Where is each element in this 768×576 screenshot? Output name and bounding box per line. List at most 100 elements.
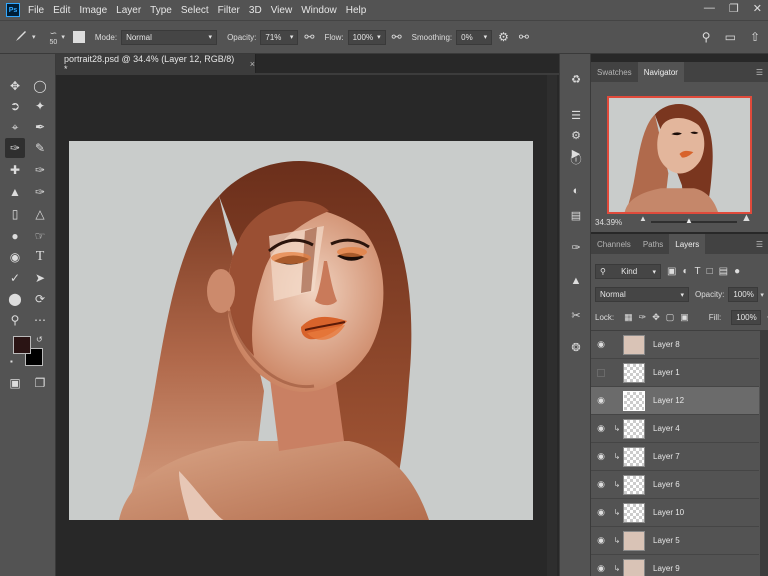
pixel-filter-icon[interactable]: ▣ <box>667 266 676 277</box>
type-filter-icon[interactable]: T <box>695 266 701 277</box>
shape-filter-icon[interactable]: □ <box>707 266 713 277</box>
zoom-tool-icon[interactable]: ⚲ <box>5 310 25 330</box>
tab-paths[interactable]: Paths <box>637 234 669 254</box>
eye-icon[interactable]: ◉ <box>591 479 611 490</box>
layer-thumbnail[interactable] <box>623 446 645 467</box>
clone-stamp-tool-icon[interactable]: ▲ <box>5 182 25 202</box>
zoom-slider-thumb[interactable]: ▲ <box>685 216 693 225</box>
kind-filter-select[interactable]: ⚲ Kind ▾ <box>595 264 661 279</box>
fill-field[interactable]: 100% <box>731 310 762 325</box>
eye-icon[interactable]: ◉ <box>591 339 611 350</box>
canvas[interactable] <box>69 141 533 520</box>
mode-select[interactable]: Normal ▾ <box>121 29 218 45</box>
eye-icon[interactable]: ◉ <box>591 535 611 546</box>
chevron-down-icon[interactable]: ▾ <box>61 33 65 41</box>
paint-bucket-tool-icon[interactable]: △ <box>30 204 50 224</box>
canvas-scrollbar[interactable] <box>547 75 557 576</box>
layer-name[interactable]: Layer 12 <box>653 396 684 405</box>
navigator-preview[interactable] <box>607 96 752 214</box>
layer-row[interactable]: ◉ ↳ Layer 5 <box>591 527 759 555</box>
tab-layers[interactable]: Layers <box>669 234 706 254</box>
share-icon[interactable]: ⇧ <box>750 30 760 44</box>
brush-tool-icon[interactable]: ✑ <box>5 138 25 158</box>
opacity-field[interactable]: 71% ▾ <box>260 29 299 45</box>
menu-select[interactable]: Select <box>181 5 209 16</box>
layer-name[interactable]: Layer 5 <box>653 536 680 545</box>
adjustment-filter-icon[interactable]: ◐ <box>682 266 688 277</box>
layer-opacity-field[interactable]: 100% <box>728 287 759 302</box>
pencil-tool-icon[interactable]: ✎ <box>30 138 50 158</box>
foreground-color-swatch[interactable] <box>13 336 31 354</box>
zoom-in-icon[interactable]: ▲ <box>741 212 752 224</box>
magic-wand-tool-icon[interactable]: ✦ <box>30 96 50 116</box>
rotate-view-tool-icon[interactable]: ⟳ <box>30 289 50 309</box>
panel-menu-icon[interactable]: ☰ <box>756 234 768 254</box>
info-icon[interactable]: ⓘ <box>566 150 586 168</box>
move-tool-icon[interactable]: ✥ <box>5 76 25 96</box>
menu-file[interactable]: File <box>28 5 44 16</box>
menu-view[interactable]: View <box>271 5 293 16</box>
eye-icon[interactable]: ◉ <box>591 451 611 462</box>
path-selection-tool-icon[interactable]: ➤ <box>30 268 50 288</box>
search-icon[interactable]: ⚲ <box>702 30 711 44</box>
swap-colors-icon[interactable]: ↺ <box>36 335 43 344</box>
brushes-icon[interactable]: ✑ <box>566 238 586 256</box>
flow-field[interactable]: 100% ▾ <box>347 29 386 45</box>
adjustments-icon[interactable]: ☰ <box>566 106 586 124</box>
layer-row[interactable]: Layer 1 <box>591 359 759 387</box>
styles-icon[interactable]: ▤ <box>566 206 586 224</box>
quick-mask-icon[interactable]: ▣ <box>5 373 25 393</box>
pen-tool-icon[interactable]: ✓ <box>5 268 25 288</box>
tab-channels[interactable]: Channels <box>591 234 637 254</box>
blur-tool-icon[interactable]: ● <box>5 226 25 246</box>
layer-name[interactable]: Layer 10 <box>653 508 684 517</box>
menu-filter[interactable]: Filter <box>218 5 240 16</box>
3d-icon[interactable]: ❂ <box>566 338 586 356</box>
lock-all-icon[interactable]: ▣ <box>680 312 689 323</box>
tab-swatches[interactable]: Swatches <box>591 62 638 82</box>
crop-tool-icon[interactable]: ⌖ <box>5 117 25 137</box>
document-tab[interactable]: portrait28.psd @ 34.4% (Layer 12, RGB/8)… <box>56 54 256 74</box>
layer-name[interactable]: Layer 4 <box>653 424 680 433</box>
layer-thumbnail[interactable] <box>623 530 645 551</box>
smudge-tool-icon[interactable]: ☞ <box>30 226 50 246</box>
filter-toggle-icon[interactable]: ● <box>734 266 740 277</box>
menu-layer[interactable]: Layer <box>116 5 141 16</box>
pressure-opacity-icon[interactable]: ⚯ <box>304 30 314 44</box>
brush-settings-icon[interactable] <box>72 31 85 43</box>
zoom-out-icon[interactable]: ▲ <box>639 214 647 223</box>
menu-type[interactable]: Type <box>150 5 172 16</box>
gear-icon[interactable]: ⚙ <box>498 30 509 44</box>
layer-name[interactable]: Layer 8 <box>653 340 680 349</box>
layers-scrollbar[interactable] <box>760 330 768 576</box>
screen-mode-icon[interactable]: ❐ <box>30 373 50 393</box>
minimize-button[interactable]: — <box>704 2 715 15</box>
layer-row[interactable]: ◉ Layer 12 <box>591 387 759 415</box>
layer-row[interactable]: ◉ ↳ Layer 9 <box>591 555 759 576</box>
close-window-button[interactable]: ✕ <box>753 2 762 15</box>
eye-icon[interactable]: ◉ <box>591 395 611 406</box>
menu-3d[interactable]: 3D <box>249 5 262 16</box>
layer-name[interactable]: Layer 7 <box>653 452 680 461</box>
layer-thumbnail[interactable] <box>623 418 645 439</box>
ellipse-tool-icon[interactable]: ⬤ <box>5 289 25 309</box>
properties-icon[interactable]: ⚙ <box>566 126 586 144</box>
layer-thumbnail[interactable] <box>623 390 645 411</box>
marquee-tool-icon[interactable]: ◯ <box>30 76 50 96</box>
lock-image-icon[interactable]: ✑ <box>639 312 647 323</box>
layer-name[interactable]: Layer 9 <box>653 564 680 573</box>
chevron-down-icon[interactable]: ▾ <box>760 291 764 299</box>
zoom-slider[interactable]: ▲ <box>651 216 737 225</box>
smart-object-filter-icon[interactable]: ▤ <box>719 266 728 277</box>
airbrush-icon[interactable]: ⚯ <box>392 30 402 44</box>
menu-image[interactable]: Image <box>79 5 107 16</box>
default-colors-icon[interactable]: ▪ <box>10 357 13 366</box>
menu-help[interactable]: Help <box>346 5 367 16</box>
tool-presets-icon[interactable]: ✂ <box>566 306 586 324</box>
layer-row[interactable]: ◉ Layer 8 <box>591 331 759 359</box>
layer-row[interactable]: ◉ ↳ Layer 7 <box>591 443 759 471</box>
visibility-toggle[interactable] <box>597 368 605 377</box>
chevron-down-icon[interactable]: ▾ <box>32 33 36 41</box>
lock-position-icon[interactable]: ✥ <box>652 312 660 323</box>
clone-source-icon[interactable]: ▲ <box>566 272 586 290</box>
